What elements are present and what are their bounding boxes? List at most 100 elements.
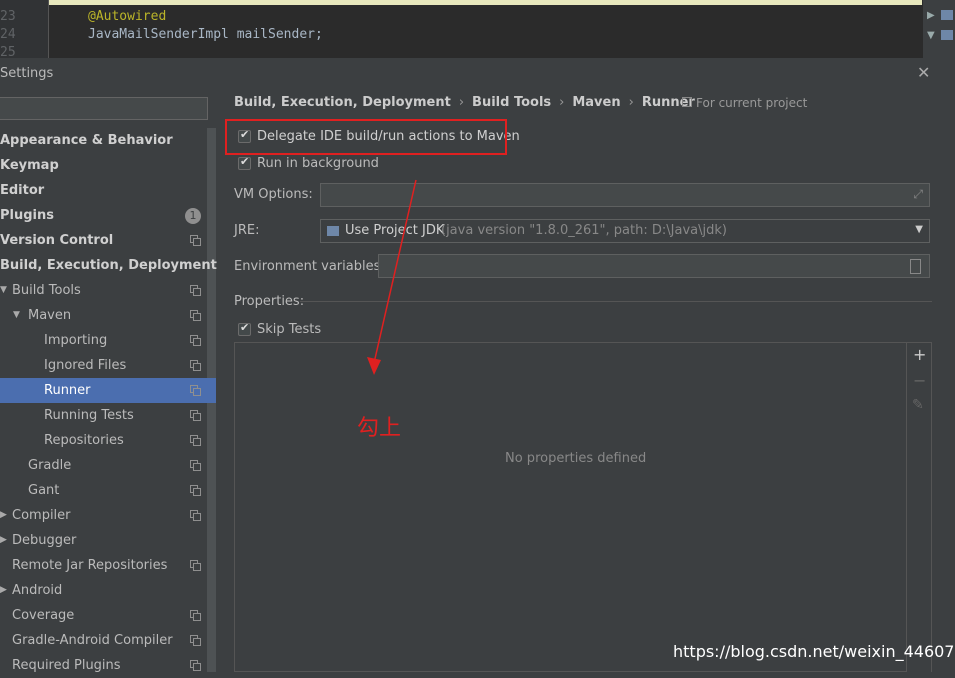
project-scope-icon [190, 285, 201, 296]
sidebar-item-label: Running Tests [44, 408, 134, 423]
properties-table[interactable]: No properties defined [234, 342, 907, 672]
breadcrumb-item[interactable]: Build, Execution, Deployment [234, 95, 451, 110]
expand-arrow-icon[interactable]: ▶ [927, 10, 935, 21]
project-scope-icon [190, 360, 201, 371]
sidebar-item-version-control[interactable]: Version Control [0, 228, 216, 253]
sidebar-item-build-tools[interactable]: ▼ Build Tools [0, 278, 216, 303]
project-scope-icon [190, 235, 201, 246]
sidebar-item-maven[interactable]: ▼ Maven [0, 303, 216, 328]
sidebar-item-debugger[interactable]: ▶ Debugger [0, 528, 216, 553]
run-in-background-label[interactable]: Run in background [257, 156, 379, 171]
collapse-arrow-icon[interactable]: ▼ [927, 30, 935, 41]
vm-options-label: VM Options: [234, 187, 313, 202]
project-scope-icon [190, 485, 201, 496]
skip-tests-checkbox[interactable] [238, 321, 251, 336]
sidebar-item-importing[interactable]: Importing [0, 328, 216, 353]
sidebar-item-label: Repositories [44, 433, 124, 448]
sidebar-item-compiler[interactable]: ▶ Compiler [0, 503, 216, 528]
jre-label: JRE: [234, 223, 260, 238]
env-vars-field[interactable] [378, 254, 930, 278]
properties-label: Properties: [234, 294, 305, 309]
project-scope-icon [190, 610, 201, 621]
code-editor[interactable]: 23 24 25 @Autowired JavaMailSenderImpl m… [0, 0, 922, 60]
collapse-arrow-icon[interactable]: ▼ [13, 303, 20, 328]
sidebar-item-gradle[interactable]: Gradle [0, 453, 216, 478]
project-scope-icon [190, 410, 201, 421]
sidebar-item-label: Build, Execution, Deployment [0, 258, 217, 273]
empty-state-text: No properties defined [505, 451, 647, 466]
sidebar-item-label: Appearance & Behavior [0, 133, 173, 148]
project-scope-icon [190, 385, 201, 396]
sidebar-item-appearance[interactable]: Appearance & Behavior [0, 128, 216, 153]
for-current-project: For current project [682, 96, 807, 110]
remove-icon[interactable]: − [913, 371, 926, 390]
project-scope-icon [190, 510, 201, 521]
sidebar-item-editor[interactable]: Editor [0, 178, 216, 203]
sidebar-item-label: Maven [28, 308, 72, 323]
add-icon[interactable]: + [913, 345, 926, 364]
breadcrumb-item[interactable]: Build Tools [472, 95, 551, 110]
sidebar-item-plugins[interactable]: Plugins 1 [0, 203, 216, 228]
sidebar-item-build-execution[interactable]: Build, Execution, Deployment [0, 253, 217, 278]
sidebar-item-label: Compiler [12, 508, 71, 523]
project-scope-icon [190, 460, 201, 471]
line-number: 23 [0, 9, 16, 24]
sidebar-item-label: Gradle-Android Compiler [12, 633, 173, 648]
project-scope-icon [190, 635, 201, 646]
edit-icon[interactable]: ✎ [912, 397, 924, 413]
sidebar-item-label: Plugins [0, 208, 54, 223]
project-scope-icon [190, 435, 201, 446]
project-scope-icon [190, 560, 201, 571]
sidebar-item-label: Required Plugins [12, 658, 121, 673]
watermark: https://blog.csdn.net/weixin_44607885 [673, 642, 955, 661]
close-icon[interactable]: ✕ [917, 63, 930, 82]
breadcrumb-separator: › [458, 95, 465, 110]
expand-icon[interactable]: ⤢ [913, 187, 923, 202]
annotation-arrow [367, 179, 417, 375]
sidebar-item-label: Gant [28, 483, 60, 498]
settings-search-input[interactable] [0, 97, 208, 120]
sidebar-item-ignored-files[interactable]: Ignored Files [0, 353, 216, 378]
sidebar-item-remote-jar[interactable]: Remote Jar Repositories [0, 553, 216, 578]
sidebar-item-label: Keymap [0, 158, 59, 173]
breadcrumb-separator: › [559, 95, 565, 110]
sidebar-item-label: Runner [44, 383, 91, 398]
browse-icon[interactable] [910, 259, 921, 274]
expand-arrow-icon[interactable]: ▶ [0, 578, 7, 603]
sidebar-item-gant[interactable]: Gant [0, 478, 216, 503]
project-scope-icon [190, 310, 201, 321]
sidebar-item-keymap[interactable]: Keymap [0, 153, 216, 178]
skip-tests-label[interactable]: Skip Tests [257, 322, 321, 337]
sidebar-item-coverage[interactable]: Coverage [0, 603, 216, 628]
code-text: JavaMailSenderImpl mailSender; [88, 27, 323, 42]
breadcrumb-item[interactable]: Maven [572, 95, 620, 110]
breadcrumb-separator: › [628, 95, 634, 110]
folder-icon[interactable] [941, 30, 953, 40]
sidebar-item-running-tests[interactable]: Running Tests [0, 403, 216, 428]
run-in-background-checkbox[interactable] [238, 155, 251, 170]
expand-arrow-icon[interactable]: ▶ [0, 503, 7, 528]
expand-arrow-icon[interactable]: ▶ [0, 528, 7, 553]
folder-icon[interactable] [941, 10, 953, 20]
editor-highlight-line [0, 0, 922, 5]
dialog-title: Settings [0, 66, 54, 81]
annotation-text: 勾上 [357, 416, 402, 441]
chevron-down-icon[interactable]: ▼ [915, 224, 923, 235]
sidebar-item-repositories[interactable]: Repositories [0, 428, 216, 453]
highlight-box [225, 119, 507, 155]
sidebar-item-android[interactable]: ▶ Android [0, 578, 216, 603]
sidebar-item-required-plugins[interactable]: Required Plugins [0, 653, 216, 678]
collapse-arrow-icon[interactable]: ▼ [0, 278, 7, 303]
sidebar-item-label: Coverage [12, 608, 75, 623]
breadcrumb: Build, Execution, Deployment › Build Tools… [234, 95, 695, 110]
sidebar-item-label: Build Tools [12, 283, 81, 298]
jre-detail: (java version "1.8.0_261", path: D:\Java… [441, 223, 727, 238]
project-scope-icon [190, 660, 201, 671]
sidebar-item-label: Gradle [28, 458, 72, 473]
jdk-folder-icon [327, 226, 339, 236]
sidebar-item-gradle-android[interactable]: Gradle-Android Compiler [0, 628, 216, 653]
sidebar-item-label: Importing [44, 333, 108, 348]
sidebar-item-runner[interactable]: Runner [0, 378, 216, 403]
code-line: JavaMailSenderImpl mailSender; [88, 27, 323, 42]
project-scope-icon [682, 97, 692, 107]
